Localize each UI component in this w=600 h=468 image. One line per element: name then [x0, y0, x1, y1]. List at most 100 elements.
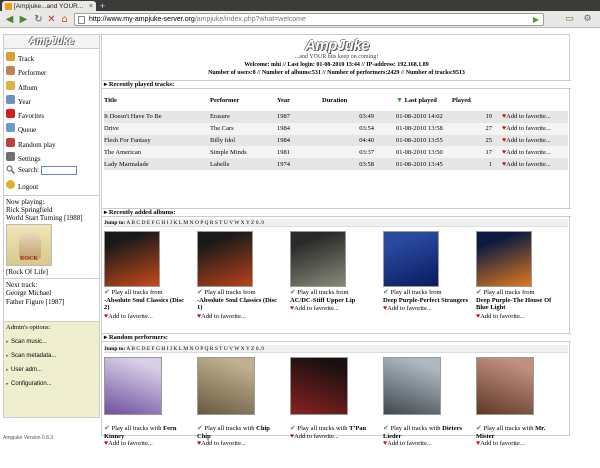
- sidebar-item-logout[interactable]: Logout: [4, 177, 99, 191]
- track-performer[interactable]: Erasure: [210, 111, 277, 123]
- col-duration[interactable]: Duration: [322, 89, 396, 111]
- track-performer[interactable]: The Cars: [210, 122, 277, 135]
- performer-photo[interactable]: [383, 357, 441, 415]
- add-favorite-link[interactable]: ♥Add to favorite...: [502, 111, 568, 123]
- add-favorite-link[interactable]: ♥Add to favorite...: [502, 122, 568, 135]
- sidebar-item-track[interactable]: Track: [4, 49, 99, 63]
- track-performer[interactable]: Simple Minds: [210, 146, 277, 159]
- performer-photo[interactable]: [290, 357, 348, 415]
- play-all-album-link[interactable]: ✔ Play all tracks from -Absolute Soul Cla…: [197, 288, 283, 312]
- play-all-performer-link[interactable]: ✔ Play all tracks with Fern Kinney: [104, 424, 190, 440]
- stop-icon[interactable]: ✕: [46, 14, 57, 25]
- reload-icon[interactable]: ↻: [33, 14, 44, 25]
- track-year[interactable]: 1984: [277, 122, 322, 135]
- add-favorite-label: Add to favorite...: [108, 440, 153, 447]
- now-playing-album[interactable]: World Start Turning [1988]: [6, 214, 97, 222]
- track-title[interactable]: Flesh For Fantasy: [104, 134, 210, 147]
- add-favorite-link[interactable]: ♥Add to favorite...: [383, 304, 469, 313]
- sidebar-item-label: Random play: [18, 140, 56, 149]
- play-all-album-link[interactable]: ✔ Play all tracks from AC/DC-Stiff Upper …: [290, 288, 376, 304]
- next-track-title[interactable]: Father Figure [1987]: [6, 298, 97, 307]
- add-favorite-link[interactable]: ♥Add to favorite...: [502, 134, 568, 147]
- sidebar-item-year[interactable]: Year: [4, 92, 99, 106]
- album-cover[interactable]: [104, 231, 160, 287]
- sidebar-item-settings[interactable]: Settings: [4, 149, 99, 163]
- new-tab-button[interactable]: +: [98, 2, 107, 11]
- add-favorite-link[interactable]: ♥Add to favorite...: [476, 439, 562, 448]
- tab-close-icon[interactable]: ×: [89, 3, 93, 10]
- col-year[interactable]: Year: [277, 89, 322, 111]
- add-favorite-link[interactable]: ♥Add to favorite...: [197, 312, 283, 321]
- forward-icon[interactable]: ▶: [18, 14, 29, 25]
- track-title[interactable]: Lady Marmalade: [104, 158, 210, 170]
- track-performer[interactable]: Billy Idol: [210, 134, 277, 147]
- play-all-performer-link[interactable]: ✔ Play all tracks with Dieters Lieder: [383, 424, 469, 440]
- table-row[interactable]: Flesh For Fantasy Billy Idol 1984 04:40 01-0…: [104, 134, 568, 147]
- admin-item[interactable]: User adm...: [6, 361, 97, 379]
- add-favorite-link[interactable]: ♥Add to favorite...: [290, 304, 376, 313]
- search-input[interactable]: [41, 165, 77, 175]
- url-bar[interactable]: http://www.my-ampjuke-server.org/ampjuke…: [74, 13, 544, 26]
- admin-item[interactable]: Configuration...: [6, 375, 97, 393]
- track-performer[interactable]: Labelle: [210, 158, 277, 170]
- play-all-album-link[interactable]: ✔ Play all tracks from -Absolute Soul Cla…: [104, 288, 190, 312]
- admin-item[interactable]: Scan metadata...: [6, 347, 97, 365]
- go-icon[interactable]: ▶: [533, 14, 539, 25]
- table-row[interactable]: Drive The Cars 1984 03:54 01-08-2010 13:58 27…: [104, 122, 568, 135]
- add-favorite-link[interactable]: ♥Add to favorite...: [290, 432, 376, 441]
- jump-letters[interactable]: A B C D E F G H I J K L M N O P Q R S T …: [126, 220, 264, 226]
- sidebar-item-album[interactable]: Album: [4, 78, 99, 92]
- album-cover[interactable]: [476, 231, 532, 287]
- add-favorite-link[interactable]: ♥Add to favorite...: [104, 439, 190, 448]
- now-playing-artist[interactable]: Rick Springfield: [6, 206, 97, 214]
- performer-photo[interactable]: [104, 357, 162, 415]
- now-playing-cover[interactable]: ROCK: [6, 223, 52, 266]
- admin-item[interactable]: Scan music...: [6, 333, 97, 351]
- album-cover[interactable]: [290, 231, 346, 287]
- play-all-performer-link[interactable]: ✔ Play all tracks with Chip Chip: [197, 424, 283, 440]
- add-favorite-link[interactable]: ♥Add to favorite...: [104, 312, 190, 321]
- sidebar-item-queue[interactable]: Queue: [4, 120, 99, 134]
- jump-letters[interactable]: A B C D E F G H I J K L M N O P Q R S T …: [126, 346, 264, 352]
- sidebar-item-performer[interactable]: Performer: [4, 63, 99, 77]
- sidebar-item-favorites[interactable]: Favorites: [4, 106, 99, 120]
- dice-icon: [6, 137, 15, 147]
- table-row[interactable]: It Doesn't Have To Be Erasure 1987 03:49 01-…: [104, 111, 568, 123]
- now-playing-link[interactable]: [Rock Of Life]: [6, 268, 97, 276]
- album-cover[interactable]: [383, 231, 439, 287]
- play-all-album-link[interactable]: ✔ Play all tracks from Deep Purple-The Ho…: [476, 288, 562, 312]
- tools-menu-icon[interactable]: ⚙: [582, 14, 593, 25]
- table-row[interactable]: Lady Marmalade Labelle 1974 03:58 01-08-2010…: [104, 158, 568, 170]
- add-favorite-link[interactable]: ♥Add to favorite...: [502, 146, 568, 159]
- sidebar-item-random-play[interactable]: Random play: [4, 135, 99, 149]
- add-favorite-link[interactable]: ♥Add to favorite...: [502, 158, 568, 170]
- track-title[interactable]: The American: [104, 146, 210, 159]
- play-all-album-link[interactable]: ✔ Play all tracks from Deep Purple-Perfec…: [383, 288, 469, 304]
- add-favorite-link[interactable]: ♥Add to favorite...: [383, 439, 469, 448]
- col-last-played[interactable]: ▼ Last played: [396, 89, 452, 111]
- back-icon[interactable]: ◀: [4, 14, 15, 25]
- track-title[interactable]: It Doesn't Have To Be: [104, 111, 210, 123]
- welcome-line: Welcome: mhi // Last login: 01-08-2010 1…: [244, 62, 429, 68]
- col-title[interactable]: Title: [104, 89, 210, 111]
- col-played[interactable]: Played: [452, 89, 502, 111]
- play-all-performer-link[interactable]: ✔ Play all tracks with T'Pau: [290, 424, 376, 433]
- track-year[interactable]: 1981: [277, 146, 322, 159]
- track-year[interactable]: 1984: [277, 134, 322, 147]
- album-cover[interactable]: [197, 231, 253, 287]
- performer-photo[interactable]: [476, 357, 534, 415]
- performer-photo[interactable]: [197, 357, 255, 415]
- track-year[interactable]: 1974: [277, 158, 322, 170]
- add-favorite-link[interactable]: ♥Add to favorite...: [197, 439, 283, 448]
- play-all-label: Play all tracks with: [390, 425, 441, 432]
- track-title[interactable]: Drive: [104, 122, 210, 135]
- play-all-performer-link[interactable]: ✔ Play all tracks with Mr. Mister: [476, 424, 562, 440]
- table-row[interactable]: The American Simple Minds 1981 03:37 01-08-2…: [104, 146, 568, 159]
- browser-tab[interactable]: [Ampjuke...and YOUR... ×: [2, 1, 96, 11]
- track-year[interactable]: 1987: [277, 111, 322, 123]
- next-track-artist[interactable]: George Michael: [6, 289, 97, 298]
- page-menu-icon[interactable]: ▭: [564, 14, 575, 25]
- add-favorite-link[interactable]: ♥Add to favorite...: [476, 312, 562, 321]
- col-performer[interactable]: Performer: [210, 89, 277, 111]
- home-icon[interactable]: ⌂: [59, 14, 70, 25]
